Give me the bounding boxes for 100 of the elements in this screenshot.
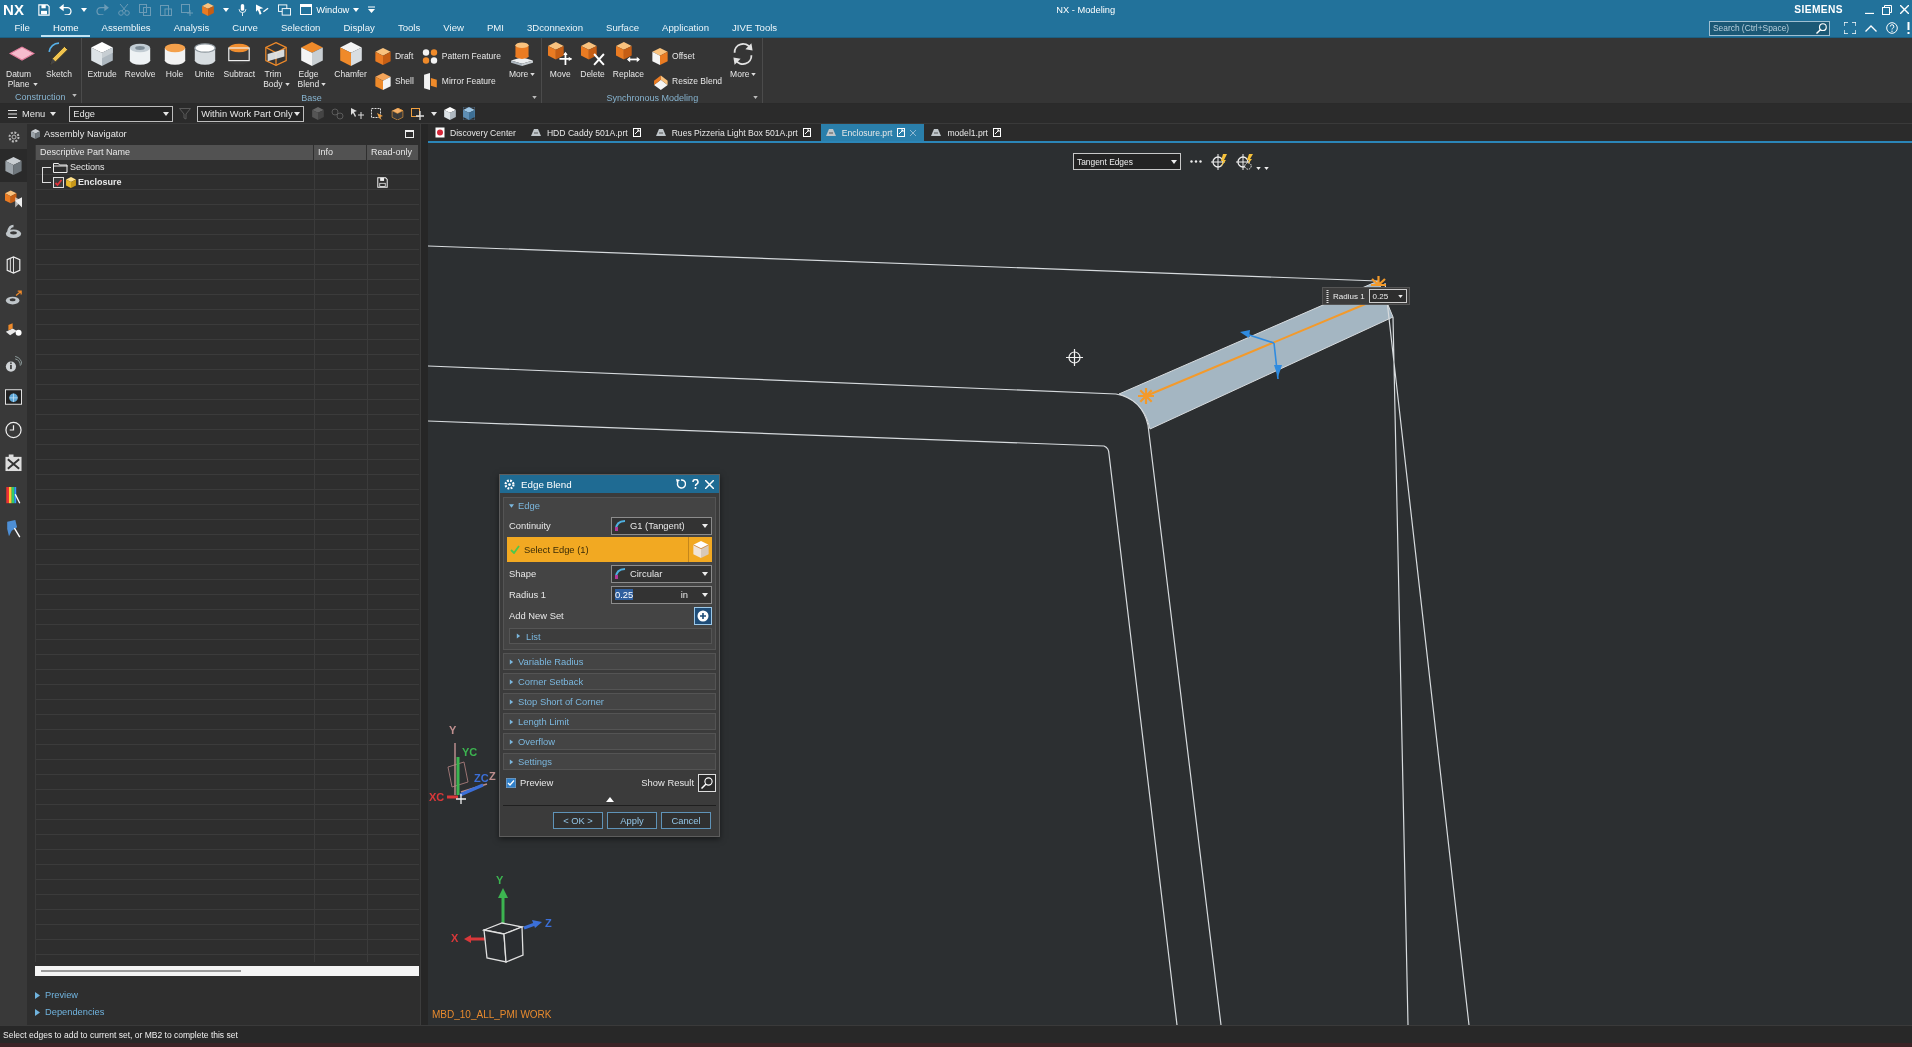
ribbon-button[interactable]: Draft bbox=[371, 45, 417, 67]
search-icon[interactable] bbox=[1816, 22, 1827, 34]
more-icon[interactable] bbox=[1190, 160, 1202, 163]
menu-tab[interactable]: Application bbox=[650, 19, 721, 37]
ribbon-button[interactable]: Trim Body bbox=[260, 41, 293, 89]
column-header[interactable]: Read-only bbox=[367, 145, 419, 160]
caret-icon[interactable] bbox=[81, 7, 88, 12]
window-menu-button[interactable]: Window bbox=[300, 4, 360, 15]
menu-tab[interactable]: JIVE Tools bbox=[720, 19, 789, 37]
select-arrows-icon[interactable] bbox=[351, 107, 365, 120]
flag-icon[interactable] bbox=[5, 519, 22, 538]
column-header[interactable]: Info bbox=[314, 145, 367, 160]
section-header[interactable]: Overflow bbox=[504, 734, 715, 749]
number-field[interactable]: 0.25 in bbox=[611, 585, 712, 604]
ribbon-button[interactable]: Extrude bbox=[84, 41, 120, 79]
tree-item[interactable]: Enclosure bbox=[36, 175, 314, 189]
search-field[interactable]: Search (Ctrl+Space) bbox=[1709, 20, 1830, 36]
cube-icon[interactable] bbox=[444, 107, 457, 120]
maximize-icon[interactable] bbox=[405, 130, 414, 138]
column-header[interactable]: Descriptive Part Name bbox=[36, 145, 314, 160]
triangle-icon[interactable] bbox=[516, 633, 521, 639]
page-arrow-icon[interactable] bbox=[993, 128, 1001, 137]
triangle-icon[interactable] bbox=[509, 502, 514, 509]
page-arrow-icon[interactable] bbox=[802, 128, 811, 137]
caret-icon[interactable] bbox=[431, 111, 438, 116]
customize-icon[interactable] bbox=[368, 6, 376, 13]
arrow-handle-icon[interactable] bbox=[1240, 329, 1282, 379]
section-header[interactable]: Length Limit bbox=[504, 714, 715, 729]
ribbon-button[interactable]: Unite bbox=[190, 41, 219, 79]
ribbon-button[interactable]: Edge Blend bbox=[294, 41, 330, 89]
triangle-icon[interactable] bbox=[509, 698, 514, 705]
menu-tab[interactable]: File bbox=[3, 19, 42, 37]
ribbon-button[interactable]: Delete bbox=[577, 41, 608, 79]
ribbon-button[interactable]: Pattern Feature bbox=[418, 45, 504, 67]
ribbon-button[interactable]: Shell bbox=[371, 70, 417, 92]
ring-icon[interactable] bbox=[5, 288, 22, 307]
triangle-icon[interactable] bbox=[509, 758, 514, 765]
microphone-icon[interactable] bbox=[238, 3, 248, 16]
document-tab[interactable]: Discovery Center bbox=[431, 124, 524, 141]
globe-window-icon[interactable] bbox=[5, 387, 22, 406]
edge-display-dropdown[interactable]: Tangent Edges bbox=[1073, 153, 1181, 170]
page-arrow-icon[interactable] bbox=[632, 128, 641, 137]
menu-button[interactable]: Menu bbox=[8, 108, 57, 119]
group-header[interactable]: List bbox=[509, 628, 712, 644]
crossed-box-icon[interactable] bbox=[5, 453, 22, 472]
dialog-button[interactable]: < OK > bbox=[553, 812, 603, 829]
grip-icon[interactable] bbox=[1326, 289, 1329, 303]
cube-select-icon[interactable] bbox=[391, 107, 405, 120]
snap-settings-icon[interactable] bbox=[1236, 153, 1253, 170]
settings-icon[interactable] bbox=[6, 129, 21, 144]
triangle-icon[interactable] bbox=[509, 738, 514, 745]
reset-icon[interactable] bbox=[676, 479, 686, 489]
ribbon-button[interactable]: Resize Blend bbox=[649, 70, 726, 92]
cube-arrow-icon[interactable] bbox=[5, 189, 22, 208]
triangle-icon[interactable] bbox=[509, 658, 514, 665]
type-filter-dropdown[interactable]: Edge bbox=[69, 105, 174, 122]
menu-tab[interactable]: Surface bbox=[594, 19, 651, 37]
menu-tab[interactable]: Curve bbox=[220, 19, 270, 37]
section-header[interactable]: Stop Short of Corner bbox=[504, 694, 715, 709]
chevron-up-icon[interactable] bbox=[1865, 24, 1877, 32]
help-icon[interactable] bbox=[692, 479, 699, 489]
alert-icon[interactable] bbox=[1907, 22, 1910, 34]
document-tab[interactable]: Rues Pizzeria Light Box 501A.prt bbox=[650, 124, 819, 141]
selection-step[interactable]: Select Edge (1) bbox=[507, 537, 688, 562]
section-header[interactable]: Settings bbox=[504, 754, 715, 769]
dropdown[interactable]: Circular bbox=[611, 564, 712, 583]
info-signal-icon[interactable] bbox=[5, 354, 22, 373]
document-tab[interactable]: model1.prt bbox=[926, 124, 1009, 141]
snap-point-icon[interactable] bbox=[1211, 153, 1227, 170]
document-tab[interactable]: HDD Caddy 501A.prt bbox=[525, 124, 649, 141]
menu-tab[interactable]: Analysis bbox=[162, 19, 221, 37]
show-result-button[interactable] bbox=[698, 773, 716, 792]
select-button[interactable] bbox=[688, 537, 712, 562]
ring-icon[interactable] bbox=[5, 222, 22, 241]
triangle-icon[interactable] bbox=[509, 718, 514, 725]
panel-header[interactable]: Preview bbox=[35, 987, 420, 1003]
section-header[interactable]: Variable Radius bbox=[504, 654, 715, 669]
ribbon-button[interactable]: Move bbox=[545, 41, 576, 79]
checkbox[interactable] bbox=[506, 777, 516, 788]
ribbon-button[interactable]: More bbox=[727, 41, 760, 79]
unit-dropdown[interactable]: in bbox=[680, 589, 708, 600]
menu-tab[interactable]: PMI bbox=[475, 19, 516, 37]
undo-icon[interactable] bbox=[59, 4, 73, 15]
triangle-icon[interactable] bbox=[509, 678, 514, 685]
dialog-button[interactable]: Apply bbox=[607, 812, 657, 829]
save-icon[interactable] bbox=[38, 3, 51, 16]
section-header[interactable]: Edge bbox=[504, 498, 715, 513]
ribbon-button[interactable]: Replace bbox=[609, 41, 647, 79]
menu-tab[interactable]: Assemblies bbox=[90, 19, 163, 37]
cube-icon[interactable] bbox=[463, 107, 476, 120]
horizontal-scrollbar[interactable] bbox=[35, 966, 419, 976]
caret-icon[interactable] bbox=[223, 7, 230, 12]
menu-tab[interactable]: View bbox=[431, 19, 476, 37]
select-box-icon[interactable] bbox=[371, 107, 385, 120]
cube-icon[interactable] bbox=[5, 156, 22, 175]
restore-icon[interactable] bbox=[1882, 4, 1892, 15]
clock-icon[interactable] bbox=[5, 420, 22, 439]
ribbon-button[interactable]: More bbox=[505, 41, 539, 79]
full-screen-icon[interactable] bbox=[1844, 22, 1856, 34]
section-header[interactable]: Corner Setback bbox=[504, 674, 715, 689]
